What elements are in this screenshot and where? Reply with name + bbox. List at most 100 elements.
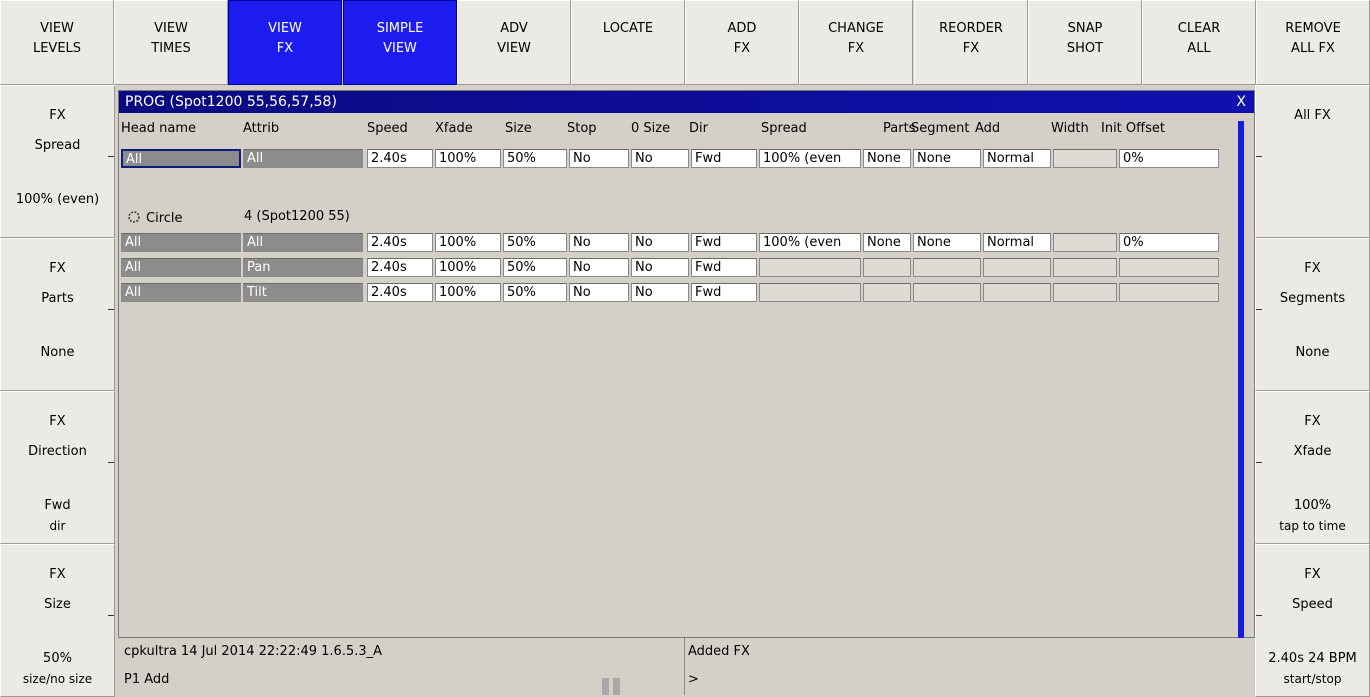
right-softkey-xfade[interactable]: FX Xfade 100% tap to time: [1255, 391, 1370, 544]
toolbar-button-add-fx[interactable]: ADD FX: [685, 0, 799, 85]
toolbar-button-adv-view[interactable]: ADV VIEW: [457, 0, 571, 85]
toolbar-button-change-fx[interactable]: CHANGE FX: [799, 0, 913, 85]
toolbar-label: VIEW: [154, 21, 188, 36]
toolbar-button-locate[interactable]: LOCATE: [571, 0, 685, 85]
cell-segment[interactable]: [913, 283, 981, 302]
cell-parts[interactable]: [863, 283, 911, 302]
cell-width[interactable]: [1053, 233, 1117, 252]
column-header-dir[interactable]: Dir: [689, 121, 708, 136]
cell-parts[interactable]: None: [863, 149, 911, 168]
column-header-attrib[interactable]: Attrib: [243, 121, 279, 136]
left-softkey-size[interactable]: FX Size 50% size/no size: [0, 544, 115, 697]
cell-spread[interactable]: [759, 283, 861, 302]
cell-dir[interactable]: Fwd: [691, 283, 757, 302]
cell-spread[interactable]: [759, 258, 861, 277]
cell-add[interactable]: [983, 258, 1051, 277]
cell-zsize[interactable]: No: [631, 149, 689, 168]
left-softkey-spread[interactable]: FX Spread 100% (even): [0, 85, 115, 238]
left-softkey-parts[interactable]: FX Parts None: [0, 238, 115, 391]
column-header-offset[interactable]: Init Offset: [1101, 121, 1165, 136]
cell-offset[interactable]: [1119, 283, 1219, 302]
softkey-val: 50%: [43, 651, 72, 666]
cell-xfade[interactable]: 100%: [435, 283, 501, 302]
cell-size[interactable]: 50%: [503, 258, 567, 277]
command-line[interactable]: >: [688, 672, 699, 687]
cell-speed[interactable]: 2.40s: [367, 149, 433, 168]
toolbar-button-view-levels[interactable]: VIEW LEVELS: [0, 0, 114, 85]
cell-add[interactable]: Normal: [983, 233, 1051, 252]
column-header-head[interactable]: Head name: [121, 121, 196, 136]
toolbar-button-snap-shot[interactable]: SNAP SHOT: [1028, 0, 1142, 85]
close-icon[interactable]: X: [1236, 91, 1246, 113]
cell-segment[interactable]: None: [913, 149, 981, 168]
cell-zsize[interactable]: No: [631, 283, 689, 302]
column-header-width[interactable]: Width: [1051, 121, 1089, 136]
right-softkey-all-fx[interactable]: All FX: [1255, 85, 1370, 238]
softkey-l1: FX: [1304, 414, 1321, 429]
column-header-size[interactable]: Size: [505, 121, 532, 136]
cell-head[interactable]: All: [121, 283, 241, 302]
cell-width[interactable]: [1053, 258, 1117, 277]
right-softkey-segments[interactable]: FX Segments None: [1255, 238, 1370, 391]
cell-head[interactable]: All: [121, 258, 241, 277]
cell-speed[interactable]: 2.40s: [367, 283, 433, 302]
cell-parts[interactable]: [863, 258, 911, 277]
column-header-zsize[interactable]: 0 Size: [631, 121, 670, 136]
cell-add[interactable]: Normal: [983, 149, 1051, 168]
cell-attrib[interactable]: Pan: [243, 258, 363, 277]
cell-size[interactable]: 50%: [503, 283, 567, 302]
cell-width[interactable]: [1053, 283, 1117, 302]
column-header-spread[interactable]: Spread: [761, 121, 807, 136]
cell-xfade[interactable]: 100%: [435, 258, 501, 277]
right-softkey-speed[interactable]: FX Speed 2.40s 24 BPM start/stop: [1255, 544, 1370, 697]
toolbar-button-remove-all-fx[interactable]: REMOVE ALL FX: [1256, 0, 1370, 85]
cell-attrib[interactable]: All: [243, 233, 363, 252]
cell-xfade[interactable]: 100%: [435, 149, 501, 168]
cell-dir[interactable]: Fwd: [691, 258, 757, 277]
cell-stop[interactable]: No: [569, 258, 629, 277]
cell-width[interactable]: [1053, 149, 1117, 168]
softkey-hint: dir: [49, 519, 66, 533]
pause-icon[interactable]: [602, 678, 622, 695]
cell-offset[interactable]: [1119, 258, 1219, 277]
cell-dir[interactable]: Fwd: [691, 149, 757, 168]
cell-stop[interactable]: No: [569, 149, 629, 168]
softkey-val: 100%: [1293, 498, 1332, 513]
cell-spread[interactable]: 100% (even: [759, 149, 861, 168]
cell-zsize[interactable]: No: [631, 233, 689, 252]
cell-head[interactable]: All: [121, 149, 241, 168]
cell-offset[interactable]: 0%: [1119, 149, 1219, 168]
column-header-speed[interactable]: Speed: [367, 121, 408, 136]
toolbar-button-reorder-fx[interactable]: REORDER FX: [914, 0, 1028, 85]
toolbar-button-view-fx[interactable]: VIEW FX: [228, 0, 342, 85]
toolbar-label: ADV: [500, 21, 528, 36]
column-header-xfade[interactable]: Xfade: [435, 121, 473, 136]
cell-segment[interactable]: [913, 258, 981, 277]
column-header-stop[interactable]: Stop: [567, 121, 597, 136]
cell-dir[interactable]: Fwd: [691, 233, 757, 252]
vertical-scrollbar[interactable]: [1238, 121, 1244, 639]
cell-stop[interactable]: No: [569, 283, 629, 302]
cell-attrib[interactable]: Tilt: [243, 283, 363, 302]
toolbar-button-simple-view[interactable]: SIMPLE VIEW: [343, 0, 457, 85]
left-softkey-direction[interactable]: FX Direction Fwd dir: [0, 391, 115, 544]
column-header-add[interactable]: Add: [975, 121, 1000, 136]
cell-size[interactable]: 50%: [503, 149, 567, 168]
cell-attrib[interactable]: All: [243, 149, 363, 168]
cell-zsize[interactable]: No: [631, 258, 689, 277]
cell-add[interactable]: [983, 283, 1051, 302]
cell-speed[interactable]: 2.40s: [367, 258, 433, 277]
cell-segment[interactable]: None: [913, 233, 981, 252]
toolbar-button-clear-all[interactable]: CLEAR ALL: [1142, 0, 1256, 85]
cell-spread[interactable]: 100% (even: [759, 233, 861, 252]
encoder-tick: [1256, 615, 1262, 616]
cell-parts[interactable]: None: [863, 233, 911, 252]
cell-offset[interactable]: 0%: [1119, 233, 1219, 252]
toolbar-button-view-times[interactable]: VIEW TIMES: [114, 0, 228, 85]
cell-xfade[interactable]: 100%: [435, 233, 501, 252]
cell-head[interactable]: All: [121, 233, 241, 252]
column-header-segment[interactable]: Segment: [911, 121, 970, 136]
cell-speed[interactable]: 2.40s: [367, 233, 433, 252]
cell-stop[interactable]: No: [569, 233, 629, 252]
cell-size[interactable]: 50%: [503, 233, 567, 252]
